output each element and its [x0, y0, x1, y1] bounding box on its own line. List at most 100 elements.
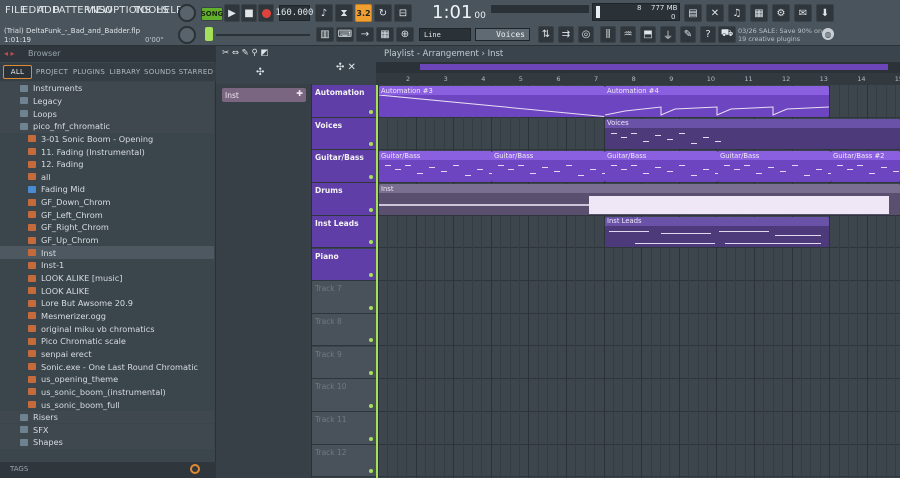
tempo-display[interactable]: 160.000 [276, 5, 313, 21]
track-header[interactable]: Inst Leads [312, 215, 376, 249]
keyboard-icon[interactable]: ▥ [316, 27, 334, 42]
track-mute-led[interactable] [369, 469, 373, 474]
song-mode-toggle[interactable]: SONG [201, 7, 223, 21]
clip-inst-audio[interactable]: Inst [379, 184, 900, 215]
browser-file[interactable]: Inst [0, 246, 214, 260]
playlist-lane[interactable] [376, 347, 900, 380]
track-mute-led[interactable] [369, 305, 373, 310]
browser-folder[interactable]: Shapes [0, 436, 214, 449]
track-header[interactable]: Voices [312, 117, 376, 151]
mixer-track-icon[interactable]: ⇅ [538, 26, 554, 43]
wait-input-icon[interactable]: ⧗ [335, 4, 353, 22]
track-header[interactable]: Track 12 [312, 444, 376, 478]
news-panel[interactable]: 03/26 SALE: Save 90% on 19 creative plug… [738, 27, 822, 43]
track-mute-led[interactable] [369, 109, 373, 114]
clip-inst-leads[interactable]: Inst Leads [605, 216, 829, 248]
track-mute-led[interactable] [369, 371, 373, 376]
zoom-icon[interactable]: ⊕ [396, 27, 414, 42]
track-mute-led[interactable] [369, 338, 373, 343]
track-header[interactable]: Track 9 [312, 346, 376, 380]
fader-icon[interactable]: ⫼ [600, 26, 616, 43]
save-icon[interactable]: ⬒ [640, 26, 656, 43]
track-mute-led[interactable] [369, 273, 373, 278]
browser-file[interactable]: Sonic.exe - One Last Round Chromatic [0, 360, 214, 373]
track-header[interactable]: Track 11 [312, 412, 376, 445]
mixer-icon[interactable]: ♫ [728, 4, 746, 22]
browser-icon[interactable]: ⚙ [772, 4, 790, 22]
playlist-overview[interactable] [376, 62, 900, 73]
browser-file[interactable]: Fading Mid [0, 183, 214, 196]
playlist-lane[interactable] [376, 249, 900, 282]
snap-button[interactable]: 3.2 [355, 4, 372, 22]
clip-guitar-bass[interactable]: Guitar/Bass [605, 151, 718, 183]
master-volume-knob[interactable] [178, 4, 196, 22]
routing-icon[interactable]: ⇉ [558, 26, 574, 43]
channel-rack-icon[interactable]: ✕ [706, 4, 724, 22]
browser-file[interactable]: 11. Fading (Instrumental) [0, 145, 214, 158]
song-position-display[interactable]: 1:01 00 [432, 2, 487, 24]
pattern-slider[interactable] [216, 34, 310, 36]
track-mute-led[interactable] [369, 240, 373, 245]
browser-file[interactable]: us_sonic_boom_full [0, 398, 214, 411]
playlist-lane[interactable] [376, 281, 900, 314]
track-header[interactable]: Track 7 [312, 281, 376, 314]
track-header[interactable]: Automation [312, 85, 376, 118]
browser-folder[interactable]: Loops [0, 107, 214, 120]
playhead[interactable] [376, 85, 378, 478]
track-header[interactable]: Guitar/Bass [312, 150, 376, 183]
track-header[interactable]: Track 8 [312, 313, 376, 347]
line-mode-select[interactable]: Line [419, 28, 471, 41]
effects-icon[interactable]: ♒ [620, 26, 636, 43]
search-icon[interactable] [190, 464, 200, 474]
tab-all[interactable]: ALL [3, 65, 32, 79]
track-mute-led[interactable] [369, 436, 373, 441]
clip-guitar-bass-2[interactable]: Guitar/Bass #2 [831, 151, 900, 183]
chat-icon[interactable]: ✉ [794, 4, 812, 22]
step-edit-icon[interactable]: ⊟ [394, 4, 412, 22]
picker-pattern-inst[interactable]: Inst ✚ [222, 88, 306, 102]
track-header[interactable]: Drums [312, 183, 376, 216]
browser-file[interactable]: all [0, 171, 214, 184]
clip-automation-3[interactable]: Automation #3 [379, 86, 605, 117]
master-pitch-knob[interactable] [178, 26, 196, 44]
voices-select[interactable]: Voices [475, 28, 530, 41]
typing-keyboard-icon[interactable]: ⌨ [336, 27, 354, 42]
cart-icon[interactable]: ⛟ [718, 26, 736, 43]
arrow-icon[interactable]: → [356, 27, 374, 42]
browser-file[interactable]: us_opening_theme [0, 373, 214, 386]
stop-button[interactable]: ■ [241, 4, 257, 22]
browser-folder[interactable]: Legacy [0, 94, 214, 108]
track-header[interactable]: Track 10 [312, 379, 376, 412]
browser-folder[interactable]: SFX [0, 423, 214, 437]
browser-file[interactable]: 12. Fading [0, 158, 214, 171]
browser-file[interactable]: Inst-1 [0, 259, 214, 272]
playlist-icon[interactable]: ▤ [684, 4, 702, 22]
loop-record-icon[interactable]: ↻ [374, 4, 392, 22]
play-button[interactable]: ▶ [224, 4, 240, 22]
browser-file[interactable]: Mesmerizer.ogg [0, 310, 214, 323]
timeline-ruler[interactable]: 23456789101112131415161718 [376, 73, 900, 85]
track-header[interactable]: Piano [312, 248, 376, 282]
track-mute-led[interactable] [369, 403, 373, 408]
playlist-lane[interactable] [376, 379, 900, 412]
download-icon[interactable]: ⬇ [816, 4, 834, 22]
pattern-add-icon[interactable]: ✣ [256, 67, 264, 78]
microphone-icon[interactable]: ✎ [680, 26, 696, 43]
browser-file[interactable]: GF_Right_Chrom [0, 221, 214, 234]
tab-sounds[interactable]: SOUNDS [144, 65, 176, 79]
tab-library[interactable]: LIBRARY [108, 65, 142, 79]
browser-file[interactable]: GF_Down_Chrom [0, 196, 214, 209]
pattern-options-icon[interactable]: ✚ [296, 89, 303, 98]
browser-file[interactable]: LOOK ALIKE [0, 284, 214, 297]
playlist-grid[interactable]: Automation #3 Automation #4 Voices Guitar/B… [376, 85, 900, 478]
browser-file[interactable]: GF_Left_Chrom [0, 209, 214, 222]
help-icon[interactable]: ? [700, 26, 716, 43]
plugin-icon[interactable]: ◎ [578, 26, 594, 43]
playlist-tools-icon[interactable]: ✂ ⇔ ✎ ⚲ ◩ [222, 48, 268, 58]
browser-folder[interactable]: pico_fnf_chromatic [0, 119, 214, 133]
playlist-lane[interactable] [376, 445, 900, 478]
browser-file[interactable]: LOOK ALIKE [music] [0, 272, 214, 285]
browser-file[interactable]: senpai erect [0, 348, 214, 361]
browser-file[interactable]: original miku vb chromatics [0, 322, 214, 335]
tags-label[interactable]: TAGS [10, 465, 28, 473]
